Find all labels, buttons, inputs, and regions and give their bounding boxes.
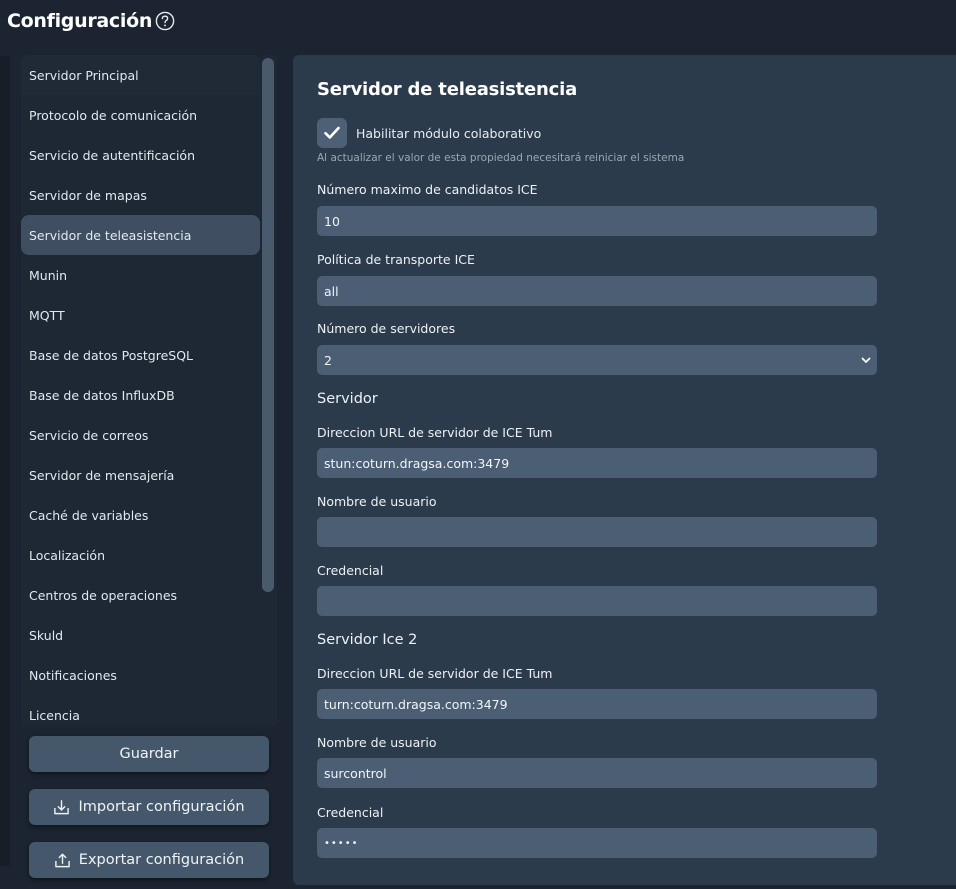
sidebar-item-label: Licencia (29, 707, 80, 723)
server-1-user-input[interactable] (317, 517, 877, 547)
server-2-heading: Servidor Ice 2 (317, 632, 418, 648)
sidebar-item-label: Munin (29, 267, 68, 283)
sidebar-item-influxdb[interactable]: Base de datos InfluxDB (21, 375, 260, 415)
settings-panel: Servidor de teleasistencia Habilitar mód… (293, 55, 956, 885)
sidebar-item-licencia[interactable]: Licencia (21, 695, 260, 727)
sidebar-item-label: Skuld (29, 627, 64, 643)
server-1-url-label: Direccion URL de servidor de ICE Tum (317, 425, 553, 440)
server-count-label: Número de servidores (317, 321, 456, 336)
sidebar-scrollbar-thumb[interactable] (262, 58, 274, 592)
sidebar-item-postgresql[interactable]: Base de datos PostgreSQL (21, 335, 260, 375)
sidebar-item-mapas[interactable]: Servidor de mapas (21, 175, 260, 215)
server-count-select[interactable]: 2 (317, 345, 877, 375)
help-icon[interactable] (155, 11, 175, 31)
server-1-url-input[interactable]: stun:coturn.dragsa.com:3479 (317, 448, 877, 478)
sidebar-item-label: Servidor Principal (29, 67, 139, 83)
sidebar-item-protocolo[interactable]: Protocolo de comunicación (21, 95, 260, 135)
save-button[interactable]: Guardar (29, 736, 269, 772)
max-ice-candidates-input[interactable]: 10 (317, 206, 877, 236)
sidebar-item-label: Centros de operaciones (29, 587, 178, 603)
sidebar-item-correos[interactable]: Servicio de correos (21, 415, 260, 455)
server-count-value: 2 (324, 352, 332, 368)
collab-module-checkbox[interactable] (317, 118, 347, 148)
sidebar-item-mqtt[interactable]: MQTT (21, 295, 260, 335)
sidebar-item-label: Localización (29, 547, 106, 563)
server-2-credential-input[interactable]: ••••• (317, 828, 877, 858)
sidebar-item-label: Servicio de autentificación (29, 147, 195, 163)
sidebar-item-label: Base de datos InfluxDB (29, 387, 175, 403)
sidebar-item-label: Protocolo de comunicación (29, 107, 198, 123)
server-1-heading: Servidor (317, 391, 378, 407)
max-ice-candidates-label: Número maximo de candidatos ICE (317, 182, 538, 197)
server-2-url-label: Direccion URL de servidor de ICE Tum (317, 666, 553, 681)
export-icon (54, 853, 70, 867)
sidebar-item-label: MQTT (29, 307, 65, 323)
server-2-credential-value: ••••• (324, 837, 359, 849)
sidebar-item-teleasistencia[interactable]: Servidor de teleasistencia (21, 215, 260, 255)
checkmark-icon (324, 126, 340, 139)
sidebar-item-mensajeria[interactable]: Servidor de mensajería (21, 455, 260, 495)
ice-transport-policy-input[interactable]: all (317, 276, 877, 306)
sidebar-item-label: Servidor de teleasistencia (29, 227, 192, 243)
sidebar-item-servidor-principal[interactable]: Servidor Principal (21, 55, 260, 95)
sidebar-item-label: Notificaciones (29, 667, 117, 683)
sidebar-item-label: Servicio de correos (29, 427, 149, 443)
sidebar-item-cache[interactable]: Caché de variables (21, 495, 260, 535)
left-edge (0, 56, 10, 866)
sidebar-item-autentificacion[interactable]: Servicio de autentificación (21, 135, 260, 175)
server-2-user-input[interactable]: surcontrol (317, 758, 877, 788)
settings-sidebar: Servidor Principal Protocolo de comunica… (21, 55, 260, 727)
sidebar-item-notificaciones[interactable]: Notificaciones (21, 655, 260, 695)
export-button-label: Exportar configuración (78, 852, 245, 868)
sidebar-item-munin[interactable]: Munin (21, 255, 260, 295)
sidebar-item-centros[interactable]: Centros de operaciones (21, 575, 260, 615)
ice-transport-policy-label: Política de transporte ICE (317, 252, 475, 267)
server-1-user-label: Nombre de usuario (317, 494, 437, 509)
restart-hint: Al actualizar el valor de esta propiedad… (317, 152, 685, 164)
import-config-button[interactable]: Importar configuración (29, 789, 269, 825)
sidebar-item-label: Servidor de mensajería (29, 467, 175, 483)
server-1-credential-input[interactable] (317, 586, 877, 616)
sidebar-item-label: Base de datos PostgreSQL (29, 347, 194, 363)
header-bar: Configuración (0, 0, 956, 48)
server-2-url-input[interactable]: turn:coturn.dragsa.com:3479 (317, 689, 877, 719)
chevron-down-icon (861, 357, 871, 363)
panel-title: Servidor de teleasistencia (317, 79, 578, 100)
sidebar-item-label: Caché de variables (29, 507, 149, 523)
import-button-label: Importar configuración (78, 799, 245, 815)
save-button-label: Guardar (119, 746, 179, 762)
server-2-credential-label: Credencial (317, 805, 384, 820)
collab-module-label: Habilitar módulo colaborativo (356, 126, 542, 141)
server-1-credential-label: Credencial (317, 563, 384, 578)
sidebar-item-localizacion[interactable]: Localización (21, 535, 260, 575)
sidebar-item-skuld[interactable]: Skuld (21, 615, 260, 655)
page-title: Configuración (7, 10, 153, 32)
export-config-button[interactable]: Exportar configuración (29, 842, 269, 878)
import-icon (54, 799, 70, 814)
server-2-user-label: Nombre de usuario (317, 735, 437, 750)
sidebar-item-label: Servidor de mapas (29, 187, 147, 203)
